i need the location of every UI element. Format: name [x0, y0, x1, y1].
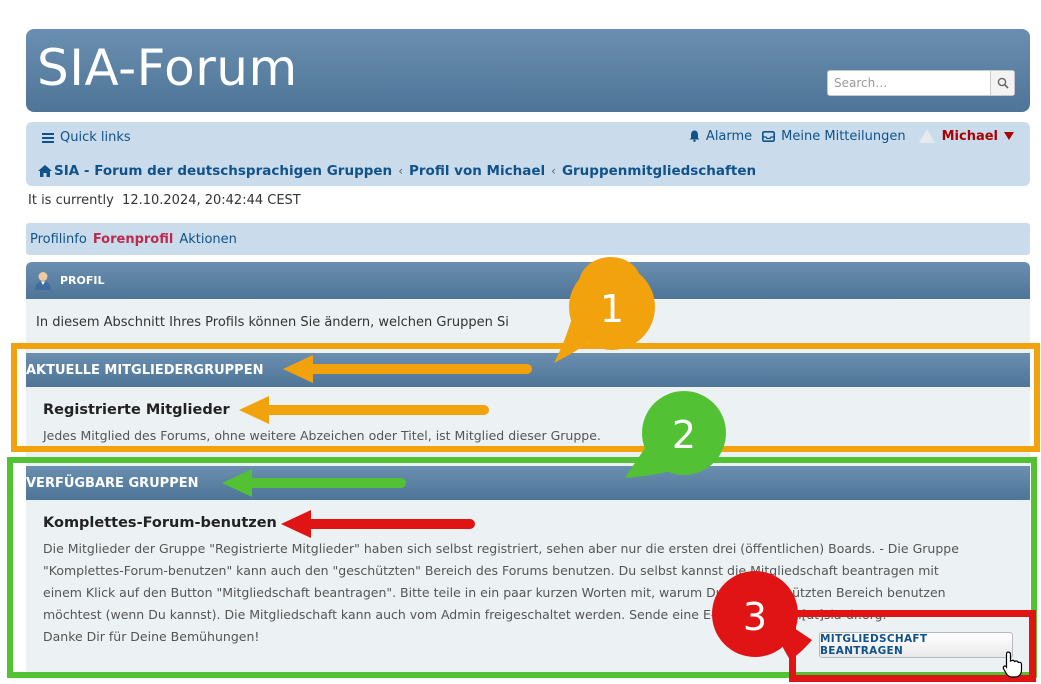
alarms-link[interactable]: Alarme — [706, 129, 752, 144]
panel-header: PROFIL — [26, 262, 1030, 299]
panel-intro-text: In diesem Abschnitt Ihres Profils können… — [36, 315, 509, 330]
navbar: Quick links Alarme Meine Mitteilungen Mi… — [26, 122, 1030, 186]
search-box — [827, 70, 1015, 96]
breadcrumb: SIA - Forum der deutschsprachigen Gruppe… — [38, 163, 756, 179]
search-input[interactable] — [828, 71, 990, 95]
panel-title: PROFIL — [60, 274, 105, 287]
bell-icon — [689, 130, 700, 142]
breadcrumb-memberships[interactable]: Gruppenmitgliedschaften — [562, 163, 756, 179]
quick-links-label: Quick links — [60, 130, 131, 145]
tab-profilinfo[interactable]: Profilinfo — [30, 232, 87, 247]
highlight-box-current-groups — [11, 343, 1040, 452]
forum-page: SIA-Forum Quick links — [0, 0, 1041, 684]
username-menu[interactable]: Michael — [942, 129, 998, 144]
forum-header: SIA-Forum — [26, 29, 1030, 112]
user-nav: Alarme Meine Mitteilungen Michael — [689, 128, 1014, 144]
highlight-box-join-button — [789, 610, 1036, 682]
avatar-icon — [918, 129, 935, 143]
site-title[interactable]: SIA-Forum — [37, 39, 298, 97]
current-time: It is currently 12.10.2024, 20:42:44 CES… — [28, 193, 301, 208]
quick-links-menu[interactable]: Quick links — [42, 130, 131, 145]
profile-tabs: Profilinfo Forenprofil Aktionen — [26, 223, 1030, 255]
caret-down-icon[interactable] — [1004, 132, 1014, 140]
tab-aktionen[interactable]: Aktionen — [179, 232, 237, 247]
search-icon — [997, 77, 1009, 89]
hamburger-icon — [42, 132, 54, 143]
breadcrumb-separator: ‹ — [551, 164, 556, 178]
inbox-icon — [762, 130, 776, 142]
search-button[interactable] — [990, 71, 1014, 95]
breadcrumb-profile[interactable]: Profil von Michael — [409, 163, 545, 179]
breadcrumb-separator: ‹ — [398, 164, 403, 178]
tab-forenprofil[interactable]: Forenprofil — [93, 232, 174, 247]
user-profile-icon — [35, 271, 51, 290]
breadcrumb-forum[interactable]: SIA - Forum der deutschsprachigen Gruppe… — [54, 163, 392, 179]
messages-link[interactable]: Meine Mitteilungen — [781, 129, 905, 144]
home-icon[interactable] — [38, 165, 52, 177]
